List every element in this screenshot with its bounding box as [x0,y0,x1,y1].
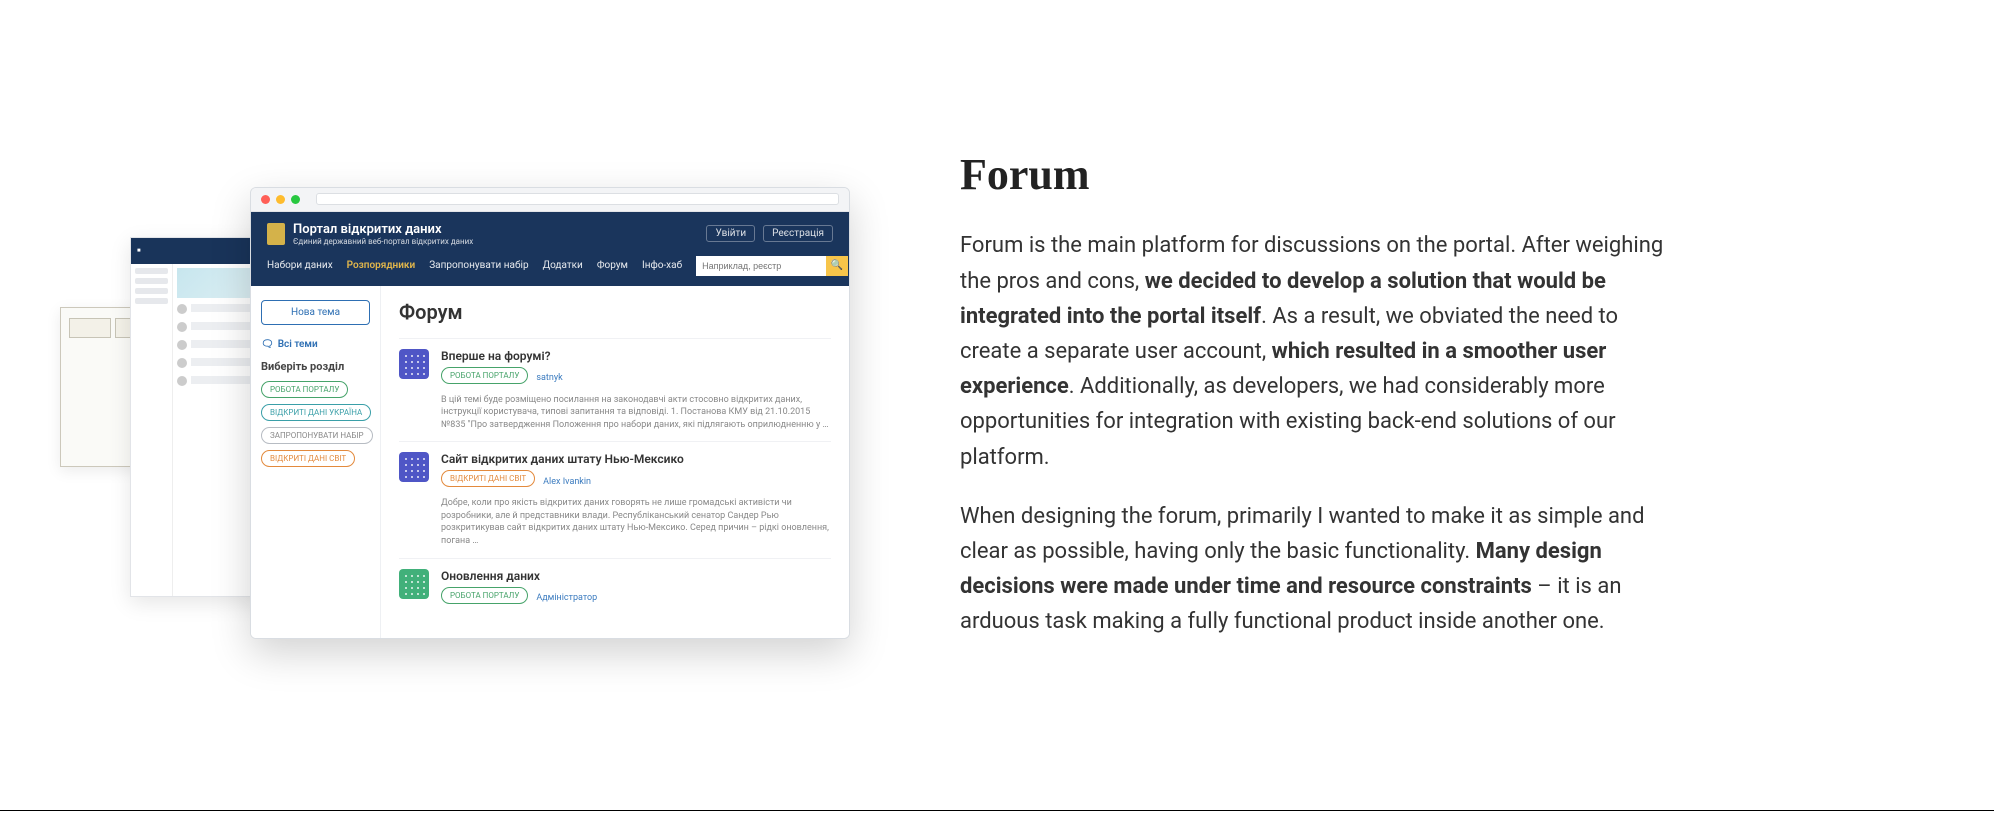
auth-links: Увійти Реєстрація [706,225,833,242]
topic-row[interactable]: Сайт відкритих даних штату Нью-Мексико В… [399,441,831,557]
search-input[interactable] [696,256,826,276]
chat-icon: 🗨 [261,339,274,350]
brand-subtitle: Єдиний державний веб-портал відкритих да… [293,237,473,246]
url-bar [316,193,839,205]
page-title: Форум [399,300,831,324]
site-header: Портал відкритих даних Єдиний державний … [251,212,849,286]
article-paragraph: When designing the forum, primarily I wa… [960,499,1680,640]
nav-forum[interactable]: Форум [597,260,628,271]
mini-logo: ■ [137,247,141,254]
search: 🔍 [696,256,848,276]
topic-tag: РОБОТА ПОРТАЛУ [441,587,528,604]
forum-sidebar: Нова тема 🗨 Всі теми Виберіть розділ РОБ… [251,286,381,638]
search-icon: 🔍 [831,260,843,271]
nav-datasets[interactable]: Набори даних [267,260,333,271]
topic-tag: ВІДКРИТІ ДАНІ СВІТ [441,470,535,487]
primary-nav: Набори даних Розпорядники Запропонувати … [267,256,833,286]
brand-title: Портал відкритих даних [293,222,473,237]
topic-avatar-icon [399,452,429,482]
sidebar-pill-suggest[interactable]: ЗАПРОПОНУВАТИ НАБІР [261,427,373,444]
forum-main: Форум Вперше на форумі? РОБОТА ПОРТАЛУ s… [381,286,849,638]
browser-mockup: Портал відкритих даних Єдиний державний … [250,187,850,639]
article-paragraph: Forum is the main platform for discussio… [960,228,1680,474]
topic-author: satnyk [536,373,562,383]
mockup-stack: ■ [60,147,860,667]
register-link[interactable]: Реєстрація [763,225,833,242]
sidebar-pill-portal[interactable]: РОБОТА ПОРТАЛУ [261,381,348,398]
minimize-icon [276,195,285,204]
sidebar-pill-ukraine[interactable]: ВІДКРИТІ ДАНІ УКРАЇНА [261,404,371,421]
browser-chrome [251,188,849,212]
topic-title: Сайт відкритих даних штату Нью-Мексико [441,452,831,466]
new-topic-button[interactable]: Нова тема [261,300,370,325]
topic-avatar-icon [399,569,429,599]
nav-apps[interactable]: Додатки [543,260,583,271]
login-link[interactable]: Увійти [706,225,755,242]
all-topics-label: Всі теми [278,339,318,350]
article-heading: Forum [960,149,1680,200]
nav-infohub[interactable]: Інфо-хаб [642,260,682,271]
topic-author: Alex Ivankin [543,477,591,487]
maximize-icon [291,195,300,204]
nav-suggest[interactable]: Запропонувати набір [429,260,528,271]
topic-title: Оновлення даних [441,569,831,583]
section-label: Виберіть розділ [261,360,370,373]
article-body: Forum Forum is the main platform for dis… [960,149,1680,663]
topic-excerpt: Добре, коли про якість відкритих даних г… [441,497,831,547]
brand: Портал відкритих даних Єдиний державний … [267,222,473,246]
topic-row[interactable]: Вперше на форумі? РОБОТА ПОРТАЛУ satnyk … [399,338,831,442]
search-button[interactable]: 🔍 [826,256,848,276]
all-topics-link[interactable]: 🗨 Всі теми [261,339,370,350]
topic-tag: РОБОТА ПОРТАЛУ [441,367,528,384]
coat-of-arms-icon [267,223,285,245]
topic-avatar-icon [399,349,429,379]
close-icon [261,195,270,204]
sidebar-pill-world[interactable]: ВІДКРИТІ ДАНІ СВІТ [261,450,355,467]
footer-divider [0,810,1994,811]
topic-row[interactable]: Оновлення даних РОБОТА ПОРТАЛУ Адміністр… [399,558,831,624]
topic-title: Вперше на форумі? [441,349,831,363]
topic-excerpt: В цій темі буде розміщено посилання на з… [441,394,831,432]
topic-author: Адміністратор [536,593,597,603]
nav-publishers[interactable]: Розпорядники [347,260,416,271]
